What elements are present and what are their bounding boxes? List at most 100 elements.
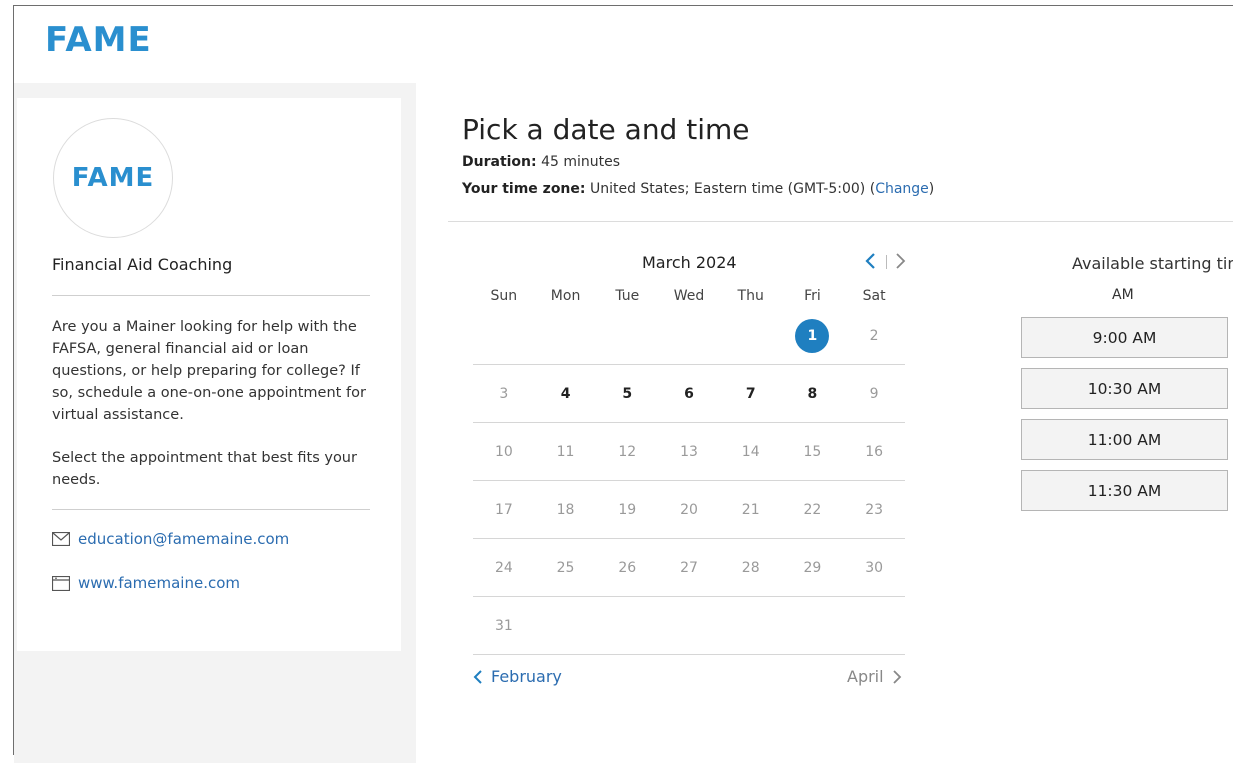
day-number: 17 xyxy=(494,501,513,518)
day-number: 13 xyxy=(680,443,698,460)
unavailable-day: 11 xyxy=(535,423,597,480)
weekday-label: Sun xyxy=(490,288,518,304)
calendar-week-row: 31 xyxy=(473,597,905,655)
fame-logo[interactable]: FAME xyxy=(45,20,152,60)
unavailable-day: 2 xyxy=(843,307,905,364)
unavailable-day: 29 xyxy=(782,539,844,596)
day-number: 19 xyxy=(618,501,637,518)
selected-day[interactable]: 1 xyxy=(782,307,844,364)
day-number: 9 xyxy=(869,385,879,402)
next-month-chevron-icon[interactable] xyxy=(895,251,907,271)
unavailable-day: 13 xyxy=(658,423,720,480)
empty-day-cell xyxy=(658,307,720,364)
booking-panel: Pick a date and time Duration: 45 minute… xyxy=(416,83,1233,763)
day-number: 2 xyxy=(869,327,879,344)
day-number: 10 xyxy=(494,443,513,460)
website-link[interactable]: www.famemaine.com xyxy=(78,574,240,592)
change-timezone-link[interactable]: Change xyxy=(875,181,929,197)
weekday-label: Wed xyxy=(673,288,705,304)
empty-day-cell xyxy=(843,597,905,654)
service-logo: FAME xyxy=(71,163,155,193)
duration-value: 45 minutes xyxy=(541,154,621,170)
service-instruction: Select the appointment that best fits yo… xyxy=(52,450,357,488)
mail-icon xyxy=(52,532,70,546)
unavailable-day: 22 xyxy=(782,481,844,538)
unavailable-day: 23 xyxy=(843,481,905,538)
day-number: 5 xyxy=(622,385,633,402)
next-month-label: April xyxy=(847,667,884,686)
empty-day-cell xyxy=(596,597,658,654)
calendar-week-row: 3 4 5 6 7 8 9 xyxy=(473,365,905,423)
calendar-week-row: 12 xyxy=(473,307,905,365)
header-bar: FAME xyxy=(14,6,1233,84)
timezone-label: Your time zone: xyxy=(462,181,586,197)
next-month-link[interactable]: April xyxy=(847,667,902,686)
unavailable-day: 24 xyxy=(473,539,535,596)
time-slot-button[interactable]: 9:00 AM xyxy=(1021,317,1228,358)
unavailable-day: 19 xyxy=(596,481,658,538)
duration-info: Duration: 45 minutes xyxy=(462,154,620,170)
day-number: 29 xyxy=(803,559,822,576)
time-slot-button[interactable]: 11:00 AM xyxy=(1021,419,1228,460)
chevron-left-icon xyxy=(473,669,483,685)
day-number: 15 xyxy=(803,443,822,460)
unavailable-day: 15 xyxy=(782,423,844,480)
unavailable-day: 28 xyxy=(720,539,782,596)
day-number: 7 xyxy=(745,385,756,402)
empty-day-cell xyxy=(720,597,782,654)
unavailable-day: 12 xyxy=(596,423,658,480)
empty-day-cell xyxy=(658,597,720,654)
day-number: 24 xyxy=(494,559,513,576)
service-logo-avatar: FAME xyxy=(53,118,173,238)
app-frame: FAME FAME Financial Aid Coaching Are you… xyxy=(13,5,1233,763)
unavailable-day: 27 xyxy=(658,539,720,596)
available-day[interactable]: 4 xyxy=(535,365,597,422)
unavailable-day: 18 xyxy=(535,481,597,538)
page-title: Pick a date and time xyxy=(462,113,750,146)
day-number: 4 xyxy=(560,385,571,402)
email-link[interactable]: education@famemaine.com xyxy=(78,530,289,548)
website-contact[interactable]: www.famemaine.com xyxy=(52,574,240,592)
service-info-card: FAME Financial Aid Coaching Are you a Ma… xyxy=(17,98,401,651)
day-number: 18 xyxy=(556,501,575,518)
day-number: 11 xyxy=(556,443,575,460)
unavailable-day: 16 xyxy=(843,423,905,480)
time-slot-button[interactable]: 11:30 AM xyxy=(1021,470,1228,511)
time-slot-button[interactable]: 10:30 AM xyxy=(1021,368,1228,409)
day-number: 21 xyxy=(741,501,760,518)
day-number: 12 xyxy=(618,443,637,460)
weekday-label: Sat xyxy=(862,288,886,304)
day-number: 28 xyxy=(741,559,760,576)
day-number: 22 xyxy=(803,501,822,518)
previous-month-label: February xyxy=(491,667,562,686)
day-number: 1 xyxy=(795,318,830,353)
day-number: 20 xyxy=(680,501,698,518)
day-number: 6 xyxy=(684,385,694,402)
timezone-change-close: ) xyxy=(928,181,935,197)
unavailable-day: 3 xyxy=(473,365,535,422)
available-day[interactable]: 6 xyxy=(658,365,720,422)
calendar-week-row: 17 18 19 20 21 22 23 xyxy=(473,481,905,539)
unavailable-day: 21 xyxy=(720,481,782,538)
available-day[interactable]: 5 xyxy=(596,365,658,422)
divider xyxy=(52,295,370,296)
divider xyxy=(52,509,370,510)
previous-month-chevron-icon[interactable] xyxy=(864,251,876,271)
unavailable-day: 25 xyxy=(535,539,597,596)
unavailable-day: 10 xyxy=(473,423,535,480)
unavailable-day: 17 xyxy=(473,481,535,538)
weekday-header: Sun Mon Tue Wed Thu Fri Sat xyxy=(473,288,905,304)
day-number: 23 xyxy=(865,501,884,518)
day-number: 27 xyxy=(680,559,698,576)
time-period-label: AM xyxy=(1112,287,1134,303)
calendar-month-title: March 2024 xyxy=(642,253,737,272)
available-day[interactable]: 8 xyxy=(782,365,844,422)
available-day[interactable]: 7 xyxy=(720,365,782,422)
email-contact[interactable]: education@famemaine.com xyxy=(52,530,289,548)
previous-month-link[interactable]: February xyxy=(473,667,562,686)
day-number: 26 xyxy=(618,559,637,576)
section-divider xyxy=(448,221,1233,222)
unavailable-day: 20 xyxy=(658,481,720,538)
nav-separator xyxy=(886,255,887,269)
chevron-right-icon xyxy=(892,669,902,685)
